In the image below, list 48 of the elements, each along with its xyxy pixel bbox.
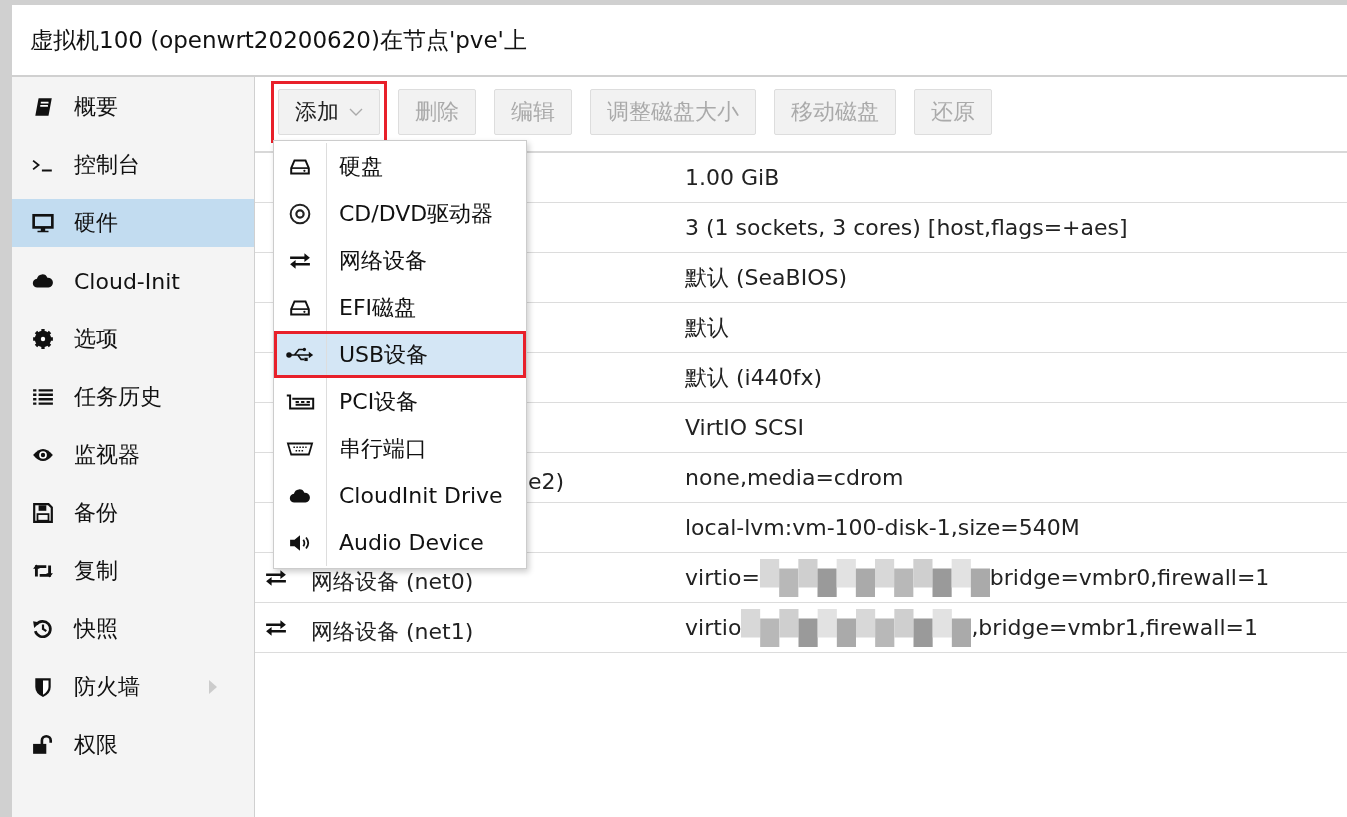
menu-item[interactable]: 网络设备 [274, 237, 526, 284]
table-cell: e2) [528, 469, 565, 494]
menu-item[interactable]: Audio Device [274, 519, 526, 566]
menu-item[interactable]: USB设备 [274, 331, 526, 378]
table-cell-text: 默认 (SeaBIOS) [685, 263, 847, 292]
table-cell-text: 网络设备 (net1) [311, 617, 474, 646]
sidebar-item[interactable]: 监视器 [12, 431, 254, 479]
list-icon [32, 386, 54, 408]
menu-item[interactable]: 硬盘 [274, 143, 526, 190]
table-cell: virtio= [685, 565, 760, 590]
sidebar-item[interactable]: 选项 [12, 315, 254, 363]
sidebar-item[interactable]: 硬件 [12, 199, 254, 247]
sidebar-item[interactable]: 概要 [12, 83, 254, 131]
caret-icon [349, 108, 363, 116]
sidebar-item[interactable]: 快照 [12, 605, 254, 653]
sidebar-item[interactable]: 控制台 [12, 141, 254, 189]
menu-item[interactable]: CD/DVD驱动器 [274, 190, 526, 237]
sidebar-item[interactable]: 复制 [12, 547, 254, 595]
table-cell: virtio [685, 615, 742, 640]
shield-icon [32, 676, 54, 698]
monitor-icon [32, 212, 54, 234]
sidebar-item[interactable]: Cloud-Init [12, 257, 254, 305]
table-cell: VirtIO SCSI [685, 415, 804, 440]
table-cell: ,bridge=vmbr1,firewall=1 [971, 615, 1258, 640]
table-cell: none,media=cdrom [685, 465, 904, 490]
menu-item[interactable]: CloudInit Drive [274, 472, 526, 519]
table-cell: bridge=vmbr0,firewall=1 [989, 565, 1270, 590]
floppy-icon [32, 502, 54, 524]
unlock-icon [32, 734, 54, 756]
sidebar-item[interactable]: 权限 [12, 721, 254, 769]
table-cell-text: 默认 [685, 313, 729, 342]
table-cell: 1.00 GiB [685, 165, 780, 190]
sidebar-item[interactable]: 备份 [12, 489, 254, 537]
book-icon [32, 96, 54, 118]
expand-arrow-icon[interactable] [208, 679, 218, 695]
disc-icon [289, 202, 311, 225]
history-icon [32, 618, 54, 640]
sidebar-item[interactable]: 防火墙 [12, 663, 254, 711]
menu-item[interactable]: 串行端口 [274, 425, 526, 472]
add-dropdown-button[interactable]: 添加 [278, 89, 380, 135]
menu-item[interactable]: PCI设备 [274, 378, 526, 425]
sidebar-item[interactable]: 任务历史 [12, 373, 254, 421]
gear-icon [32, 328, 54, 350]
table-cell-text: 默认 (i440fx) [685, 363, 823, 392]
table-cell: local-lvm:vm-100-disk-1,size=540M [685, 515, 1080, 540]
window-title: 虚拟机100 (openwrt20200620)在节点'pve'上 [30, 25, 527, 55]
table-cell: 3 (1 sockets, 3 cores) [host,flags=+aes] [685, 215, 1128, 240]
table-cell-text: 网络设备 (net0) [311, 567, 474, 596]
